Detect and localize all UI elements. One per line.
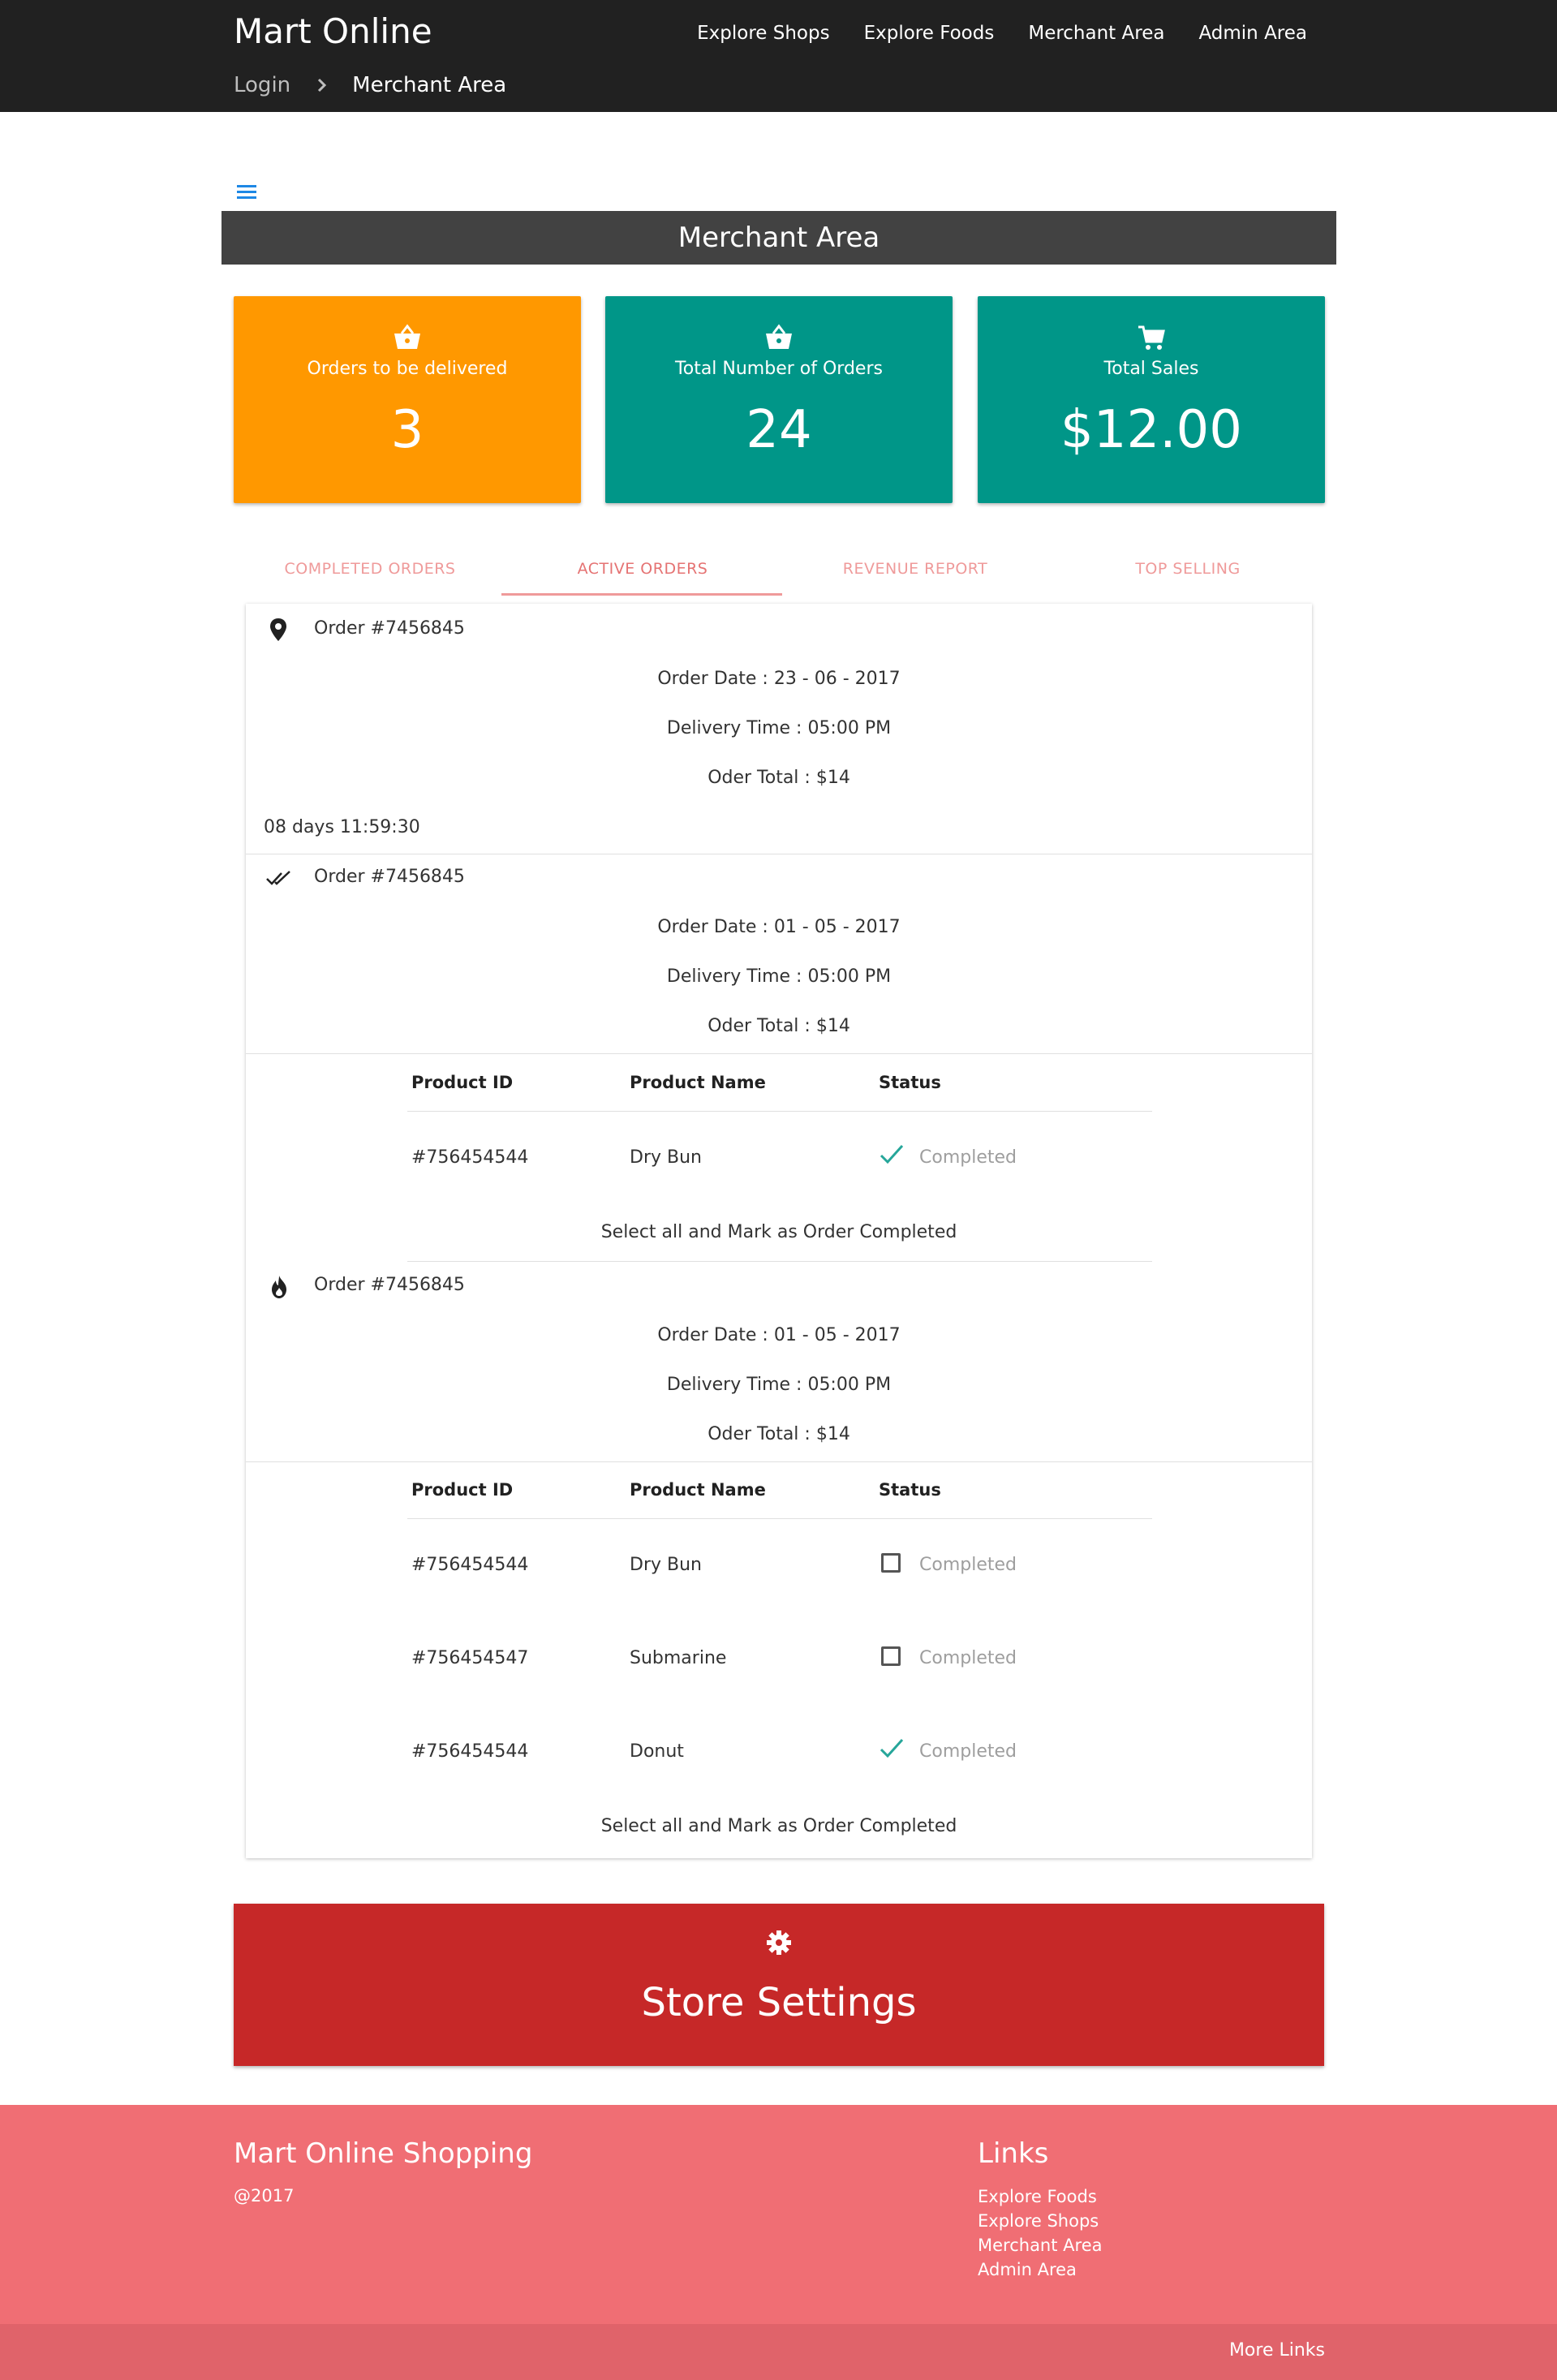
nav-explore-foods[interactable]: Explore Foods [864, 23, 995, 44]
order-countdown: 08 days 11:59:30 [264, 817, 420, 837]
brand-title[interactable]: Mart Online [234, 11, 432, 51]
basket-icon [764, 324, 794, 351]
column-header-status: Status [879, 1073, 941, 1092]
column-header-product-id: Product ID [411, 1480, 514, 1500]
stat-label: Total Number of Orders [675, 359, 883, 379]
orders-panel: Order #7456845 Order Date : 23 - 06 - 20… [246, 604, 1312, 1858]
breadcrumb: Login Merchant Area [234, 73, 506, 97]
product-name: Dry Bun [630, 1555, 702, 1575]
stat-label: Total Sales [1103, 359, 1199, 379]
item-status: Completed [919, 1555, 1017, 1575]
stat-value: $12.00 [1060, 400, 1242, 460]
table-row: #756454544 Dry Bun Completed [407, 1539, 1152, 1595]
order-delivery-time: Delivery Time : 05:00 PM [666, 1375, 892, 1395]
order-date: Order Date : 01 - 05 - 2017 [657, 917, 901, 937]
column-header-product-id: Product ID [411, 1073, 514, 1092]
order-delivery-time: Delivery Time : 05:00 PM [666, 718, 892, 738]
select-all-mark-completed[interactable]: Select all and Mark as Order Completed [246, 1816, 1312, 1836]
item-checkbox[interactable] [881, 1553, 901, 1573]
footer-title: Mart Online Shopping [234, 2137, 533, 2170]
breadcrumb-current: Merchant Area [352, 73, 507, 97]
item-status: Completed [919, 1648, 1017, 1668]
item-status: Completed [919, 1741, 1017, 1762]
table-row: #756454544 Dry Bun Completed [407, 1131, 1152, 1188]
product-id: #756454544 [411, 1555, 529, 1575]
footer-link-explore-shops[interactable]: Explore Shops [978, 2210, 1102, 2232]
sub-footer: More Links [0, 2324, 1557, 2380]
footer-link-explore-foods[interactable]: Explore Foods [978, 2186, 1102, 2207]
product-id: #756454544 [411, 1741, 529, 1762]
column-header-product-name: Product Name [630, 1480, 766, 1500]
stat-label: Orders to be delivered [307, 359, 508, 379]
order-date: Order Date : 01 - 05 - 2017 [657, 1325, 901, 1345]
more-links[interactable]: More Links [1229, 2340, 1325, 2361]
order-total: Oder Total : $14 [708, 768, 850, 788]
table-row: #756454547 Submarine Completed [407, 1632, 1152, 1689]
chevron-right-icon [315, 74, 329, 97]
order-delivery-time: Delivery Time : 05:00 PM [666, 966, 892, 987]
footer-link-merchant-area[interactable]: Merchant Area [978, 2235, 1102, 2256]
stat-card-orders-to-deliver[interactable]: Orders to be delivered 3 [234, 296, 581, 503]
column-header-status: Status [879, 1480, 941, 1500]
footer-copyright: @2017 [234, 2186, 295, 2206]
order-tabs: COMPLETED ORDERS ACTIVE ORDERS REVENUE R… [234, 552, 1324, 597]
tab-completed-orders[interactable]: COMPLETED ORDERS [234, 552, 506, 597]
page-title: Merchant Area [222, 211, 1336, 265]
store-settings-button[interactable]: Store Settings [234, 1904, 1324, 2066]
nav-admin-area[interactable]: Admin Area [1198, 23, 1307, 44]
divider [246, 1461, 1312, 1462]
divider [246, 1053, 1312, 1054]
table-header-divider [407, 1111, 1152, 1112]
double-check-icon [265, 868, 293, 891]
order-total: Oder Total : $14 [708, 1424, 850, 1444]
tab-active-orders[interactable]: ACTIVE ORDERS [506, 552, 779, 597]
check-icon[interactable] [879, 1143, 905, 1170]
order-title[interactable]: Order #7456845 [314, 867, 465, 887]
stat-card-total-orders[interactable]: Total Number of Orders 24 [605, 296, 953, 503]
footer-link-admin-area[interactable]: Admin Area [978, 2259, 1102, 2280]
tab-top-selling[interactable]: TOP SELLING [1052, 552, 1324, 597]
cart-icon [1137, 324, 1166, 351]
top-header: Mart Online Explore Shops Explore Foods … [0, 0, 1557, 112]
column-header-product-name: Product Name [630, 1073, 766, 1092]
active-tab-indicator [501, 593, 782, 596]
nav-merchant-area[interactable]: Merchant Area [1028, 23, 1164, 44]
footer: Mart Online Shopping @2017 Links Explore… [0, 2105, 1557, 2324]
location-pin-icon [269, 618, 288, 645]
stat-value: 24 [746, 400, 812, 460]
order-title[interactable]: Order #7456845 [314, 618, 465, 639]
product-id: #756454544 [411, 1147, 529, 1168]
footer-links: Explore Foods Explore Shops Merchant Are… [978, 2186, 1102, 2280]
nav-explore-shops[interactable]: Explore Shops [697, 23, 829, 44]
order-total: Oder Total : $14 [708, 1016, 850, 1036]
basket-icon [393, 324, 422, 351]
footer-links-title: Links [978, 2137, 1049, 2170]
table-header-divider [407, 1518, 1152, 1519]
tab-revenue-report[interactable]: REVENUE REPORT [779, 552, 1052, 597]
flame-icon [269, 1274, 290, 1303]
select-all-mark-completed[interactable]: Select all and Mark as Order Completed [246, 1222, 1312, 1242]
hamburger-menu-icon[interactable] [235, 182, 260, 201]
product-name: Dry Bun [630, 1147, 702, 1168]
top-nav: Explore Shops Explore Foods Merchant Are… [697, 23, 1307, 44]
table-row: #756454544 Donut Completed [407, 1725, 1152, 1782]
gear-icon [766, 1930, 792, 1956]
order-date: Order Date : 23 - 06 - 2017 [657, 669, 901, 689]
item-checkbox[interactable] [881, 1646, 901, 1666]
product-name: Donut [630, 1741, 684, 1762]
divider [407, 1261, 1152, 1262]
stat-card-total-sales[interactable]: Total Sales $12.00 [978, 296, 1325, 503]
product-id: #756454547 [411, 1648, 529, 1668]
item-status: Completed [919, 1147, 1017, 1168]
store-settings-label: Store Settings [641, 1980, 917, 2025]
stat-value: 3 [390, 400, 424, 460]
order-title[interactable]: Order #7456845 [314, 1275, 465, 1295]
product-name: Submarine [630, 1648, 727, 1668]
breadcrumb-login[interactable]: Login [234, 73, 290, 97]
check-icon[interactable] [879, 1737, 905, 1764]
